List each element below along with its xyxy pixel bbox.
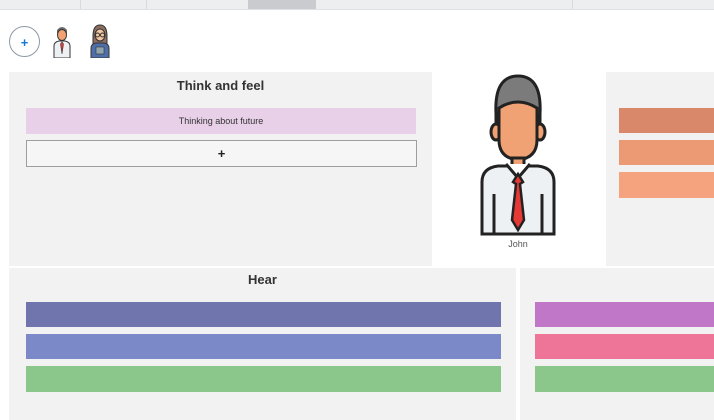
- top-toolbar: [0, 0, 714, 10]
- note-card[interactable]: Thinking about future: [26, 108, 416, 134]
- plus-icon: +: [217, 146, 226, 161]
- toolbar-segment[interactable]: [316, 0, 573, 9]
- bottom-right-panel: [520, 268, 714, 420]
- persona-name: John: [508, 239, 528, 249]
- hear-bar-3[interactable]: [26, 366, 501, 392]
- toolbar-segment[interactable]: [0, 0, 81, 9]
- woman-avatar-icon[interactable]: [89, 24, 111, 58]
- businessman-icon: [480, 74, 556, 236]
- businessman-avatar-icon[interactable]: [51, 24, 73, 58]
- right-bar-2[interactable]: [619, 140, 714, 165]
- plus-icon: +: [20, 35, 29, 50]
- add-persona-button[interactable]: +: [9, 26, 40, 57]
- bottom-right-bar-3[interactable]: [535, 366, 714, 392]
- toolbar-segment[interactable]: [80, 0, 147, 9]
- persona-card[interactable]: John: [434, 72, 602, 266]
- right-bar-3[interactable]: [619, 172, 714, 198]
- panel-title: Hear: [248, 272, 277, 287]
- hear-bar-2[interactable]: [26, 334, 501, 359]
- panel-title: Think and feel: [176, 78, 265, 93]
- hear-bar-1[interactable]: [26, 302, 501, 327]
- think-and-feel-panel: Think and feel Thinking about future +: [9, 72, 432, 266]
- right-panel: [606, 72, 714, 266]
- hear-panel: Hear: [9, 268, 516, 420]
- right-bar-1[interactable]: [619, 108, 714, 133]
- bottom-right-bar-2[interactable]: [535, 334, 714, 359]
- add-note-button[interactable]: +: [26, 140, 417, 167]
- bottom-right-bar-1[interactable]: [535, 302, 714, 327]
- toolbar-segment-active[interactable]: [248, 0, 316, 9]
